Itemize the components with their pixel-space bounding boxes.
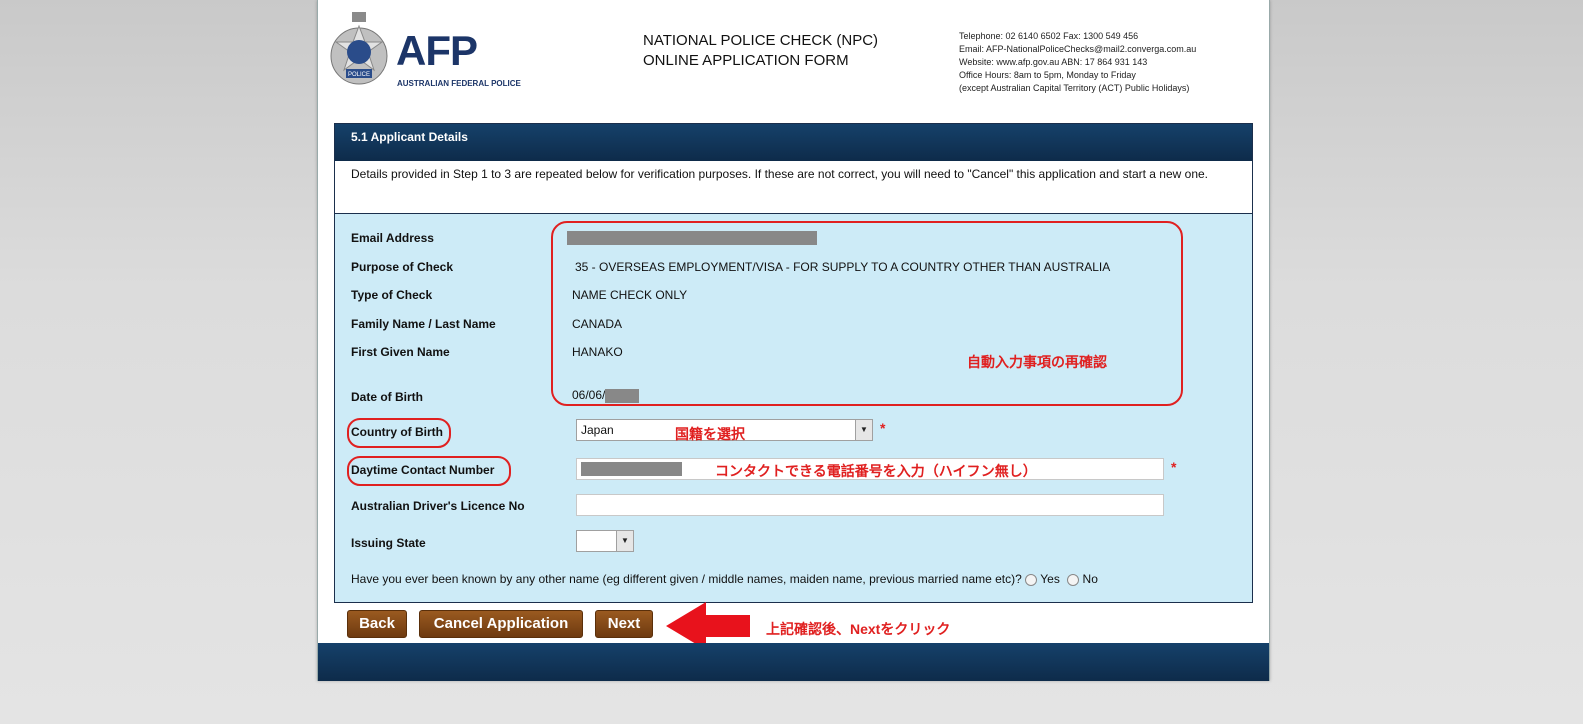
type-label: Type of Check [351,288,433,302]
contact-email: Email: AFP-NationalPoliceChecks@mail2.co… [959,44,1197,54]
afp-logo-subtitle: AUSTRALIAN FEDERAL POLICE [397,79,521,88]
contact-info: Telephone: 02 6140 6502 Fax: 1300 549 45… [959,30,1196,95]
country-required-mark: * [880,420,886,436]
country-of-birth-value: Japan [581,423,614,437]
licence-input[interactable] [576,494,1164,516]
crest-label: POLICE [348,72,370,78]
purpose-label: Purpose of Check [351,260,454,274]
other-name-no-radio[interactable] [1067,573,1080,586]
panel-title: 5.1 Applicant Details [335,124,1252,161]
enter-phone-annotation: コンタクトできる電話番号を入力（ハイフン無し） [715,463,1037,479]
chevron-down-icon[interactable]: ▼ [616,531,633,551]
other-name-no-label[interactable]: No [1083,572,1098,586]
form-title-line1: NATIONAL POLICE CHECK (NPC) [643,32,879,49]
contact-hours: Office Hours: 8am to 5pm, Monday to Frid… [959,70,1136,80]
click-next-annotation: 上記確認後、Nextをクリック [766,621,951,637]
select-country-annotation: 国籍を選択 [675,426,745,442]
other-name-yes-radio[interactable] [1025,573,1038,586]
contact-phone: Telephone: 02 6140 6502 Fax: 1300 549 45… [959,31,1139,41]
cancel-application-button[interactable]: Cancel Application [419,610,583,638]
other-name-question: Have you ever been known by any other na… [351,572,1022,586]
issuing-state-select[interactable]: ▼ [576,530,634,552]
chevron-down-icon[interactable]: ▼ [855,420,872,440]
phone-required-mark: * [1171,459,1177,475]
afp-logo-text: AFP [396,27,478,74]
panel-intro: Details provided in Step 1 to 3 are repe… [335,161,1252,214]
email-label: Email Address [351,231,434,245]
auto-fill-highlight-ellipse [551,221,1183,406]
contact-hours-note: (except Australian Capital Territory (AC… [959,83,1190,93]
afp-crest-icon: POLICE [330,12,388,85]
form-title-line2: ONLINE APPLICATION FORM [643,52,849,69]
phone-value-redacted [581,462,682,476]
auto-confirm-annotation: 自動入力事項の再確認 [967,354,1107,370]
back-button[interactable]: Back [347,610,407,638]
other-name-question-row: Have you ever been known by any other na… [351,572,1098,586]
page-container: POLICE AFP AUSTRALIAN FEDERAL POLICE NAT… [317,0,1270,681]
other-name-yes-label[interactable]: Yes [1040,572,1060,586]
page-footer-bar [318,643,1269,681]
contact-website: Website: www.afp.gov.au ABN: 17 864 931 … [959,57,1148,67]
given-name-label: First Given Name [351,345,450,359]
dob-label: Date of Birth [351,390,423,404]
country-label-highlight [347,418,451,448]
issuing-state-label: Issuing State [351,536,426,550]
phone-label-highlight [347,456,511,486]
next-button[interactable]: Next [595,610,653,638]
licence-label: Australian Driver's Licence No [351,499,525,513]
applicant-details-panel: 5.1 Applicant Details Details provided i… [334,123,1253,603]
page-header: POLICE AFP AUSTRALIAN FEDERAL POLICE NAT… [318,0,1269,120]
family-name-label: Family Name / Last Name [351,317,496,331]
form-title: NATIONAL POLICE CHECK (NPC) ONLINE APPLI… [643,31,878,71]
